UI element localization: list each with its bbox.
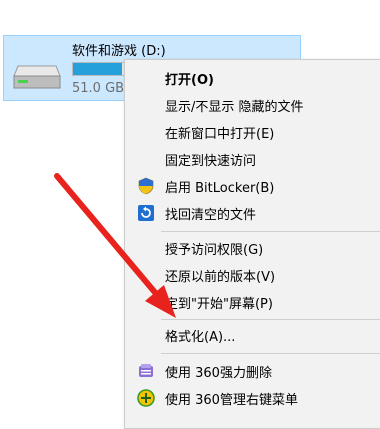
menu-item-label: 在新窗口中打开(E) xyxy=(165,126,275,142)
menu-separator xyxy=(161,319,380,320)
menu-item-label: 打开(O) xyxy=(165,72,214,88)
menu-item-label: 授予访问权限(G) xyxy=(165,242,264,258)
menu-item-toggle-hidden[interactable]: 显示/不显示 隐藏的文件 xyxy=(125,92,380,118)
drive-usage-bar xyxy=(72,62,128,76)
menu-item-label: 定到"开始"屏幕(P) xyxy=(165,296,273,312)
menu-item-bitlocker[interactable]: 启用 BitLocker(B) xyxy=(125,173,380,199)
menu-item-label: 格式化(A)... xyxy=(165,329,236,345)
menu-item-label: 找回清空的文件 xyxy=(165,207,257,223)
recover-icon xyxy=(138,205,154,221)
drive-name: 软件和游戏 (D:) xyxy=(72,44,166,59)
menu-item-360-menu[interactable]: 使用 360管理右键菜单 xyxy=(125,385,380,411)
menu-item-label: 使用 360管理右键菜单 xyxy=(165,392,298,408)
menu-item-open[interactable]: 打开(O) xyxy=(125,65,380,91)
menu-item-label: 固定到快速访问 xyxy=(165,153,257,169)
drive-usage-fill xyxy=(73,63,122,75)
menu-item-label: 还原以前的版本(V) xyxy=(165,269,276,285)
menu-item-label: 显示/不显示 隐藏的文件 xyxy=(165,99,304,115)
hard-drive-icon xyxy=(13,65,61,89)
menu-separator xyxy=(161,353,380,354)
menu-item-pin-start[interactable]: 定到"开始"屏幕(P) xyxy=(125,289,380,315)
shield-icon xyxy=(138,177,154,195)
menu-item-label: 启用 BitLocker(B) xyxy=(165,180,275,196)
menu-item-open-new-window[interactable]: 在新窗口中打开(E) xyxy=(125,119,380,145)
menu-item-format[interactable]: 格式化(A)... xyxy=(125,322,380,348)
menu-item-restore-versions[interactable]: 还原以前的版本(V) xyxy=(125,262,380,288)
menu-item-pin-quick-access[interactable]: 固定到快速访问 xyxy=(125,146,380,172)
360-menu-icon xyxy=(137,389,155,407)
drive-size: 51.0 GB xyxy=(72,81,125,96)
menu-item-grant-access[interactable]: 授予访问权限(G) xyxy=(125,235,380,261)
menu-item-label: 使用 360强力删除 xyxy=(165,365,272,381)
menu-item-360-delete[interactable]: 使用 360强力删除 xyxy=(125,358,380,384)
menu-separator xyxy=(161,231,380,232)
menu-item-recover-files[interactable]: 找回清空的文件 xyxy=(125,200,380,226)
context-menu: 打开(O) 显示/不显示 隐藏的文件 在新窗口中打开(E) 固定到快速访问 启用… xyxy=(124,59,380,429)
360-delete-icon xyxy=(139,364,153,377)
